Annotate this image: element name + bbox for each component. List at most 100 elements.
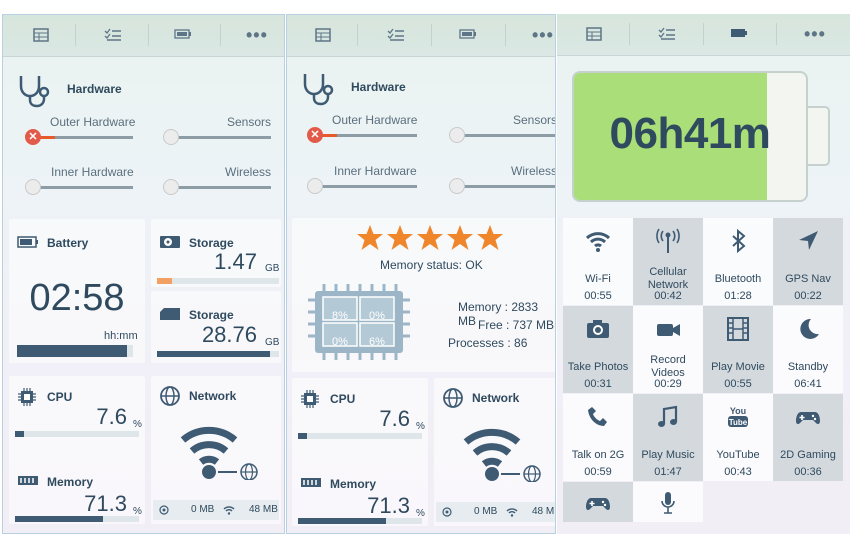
tile-record-videos[interactable]: Record Videos 00:29: [633, 306, 703, 393]
network-up-value: 48 MB: [249, 504, 278, 515]
tile-label: Talk on 2G: [571, 449, 625, 461]
storage-card-2[interactable]: Storage 28.76 GB: [151, 291, 281, 363]
tile-label: Play Movie: [711, 361, 765, 373]
checklist-icon[interactable]: [104, 28, 122, 42]
more-icon[interactable]: •••: [804, 24, 826, 45]
checklist-icon[interactable]: [658, 27, 676, 41]
cpu-icon: [18, 388, 36, 406]
wireless-slider[interactable]: [171, 186, 271, 189]
inner-hardware-label: Inner Hardware: [334, 164, 417, 178]
sensors-slider[interactable]: [457, 134, 555, 137]
tile-wi-fi[interactable]: Wi-Fi 00:55: [563, 218, 633, 305]
tile-value: 00:36: [794, 466, 822, 478]
moon-icon: [800, 318, 819, 339]
sensors-slider[interactable]: [171, 136, 271, 139]
inner-hardware-slider[interactable]: [315, 185, 417, 188]
memory-free-text: Free : 737 MB: [478, 318, 555, 332]
outer-hardware-error-knob[interactable]: ✕: [25, 129, 41, 145]
more-icon[interactable]: •••: [246, 25, 268, 46]
inner-hardware-slider[interactable]: [33, 186, 133, 189]
globe-icon: [160, 386, 180, 406]
wifi-network-illustration: [463, 428, 541, 482]
memory-status-card[interactable]: Memory status: OK 8% 0% 0% 6% Memory : 2…: [292, 218, 555, 372]
outer-hardware-error-knob[interactable]: ✕: [307, 127, 323, 143]
star-icon: [357, 225, 383, 250]
outer-hardware-slider[interactable]: [315, 134, 417, 137]
tile-gps-nav[interactable]: GPS Nav 00:22: [773, 218, 843, 305]
battery-icon[interactable]: [459, 28, 477, 40]
outer-hardware-slider[interactable]: [33, 136, 133, 139]
camera-icon: [587, 320, 609, 338]
wifi-icon: [223, 506, 235, 515]
tile-youtube[interactable]: You Tube YouTube 00:43: [703, 394, 773, 481]
tile-play-music[interactable]: Play Music 01:47: [633, 394, 703, 481]
network-title: Network: [472, 391, 520, 405]
wireless-knob[interactable]: [163, 179, 179, 195]
tile-value: 06:41: [794, 378, 822, 390]
toolbar: •••: [557, 14, 850, 56]
tile-cellular-network[interactable]: Cellular Network 00:42: [633, 218, 703, 305]
more-icon[interactable]: •••: [532, 25, 554, 46]
dashboard-icon[interactable]: [33, 28, 49, 42]
outer-hardware-label: Outer Hardware: [50, 115, 136, 129]
battery-card[interactable]: Battery 02:58 hh:mm: [9, 219, 145, 363]
cellular-icon: [656, 228, 680, 253]
battery-icon[interactable]: [174, 28, 192, 40]
tile-label: Play Music: [641, 449, 695, 461]
globe-icon: [443, 388, 463, 408]
battery-gauge-tip: [808, 106, 830, 166]
network-card[interactable]: Network 0 MB 48 MB: [151, 376, 281, 524]
network-card[interactable]: Network 0 MB 48 MB: [434, 378, 555, 526]
network-up-value: 48 MB: [532, 506, 555, 517]
tile-label: YouTube: [716, 449, 760, 461]
sensors-knob[interactable]: [449, 127, 465, 143]
memory-title: Memory: [330, 477, 377, 491]
tile-value: 01:47: [654, 466, 682, 478]
dashboard-icon[interactable]: [315, 28, 331, 42]
wireless-knob[interactable]: [449, 178, 465, 194]
gamepad-icon: [796, 412, 820, 425]
storage-value-1: 1.47: [214, 249, 257, 274]
tile-play-movie[interactable]: Play Movie 00:55: [703, 306, 773, 393]
memory-title: Memory: [47, 475, 94, 489]
sensors-knob[interactable]: [163, 129, 179, 145]
wireless-label: Wireless: [511, 164, 556, 178]
sd-card-icon: [160, 308, 180, 320]
tile-label: Take Photos: [567, 361, 629, 373]
inner-hardware-knob[interactable]: [307, 178, 323, 194]
toolbar: •••: [287, 15, 555, 57]
film-icon: [727, 317, 749, 341]
tile-standby[interactable]: Standby 06:41: [773, 306, 843, 393]
storage-title-1: Storage: [189, 236, 234, 250]
cpu-memory-card[interactable]: CPU 7.6 % Memory 71.3 %: [292, 378, 428, 526]
memory-usage-bar: [15, 516, 139, 522]
star-icon: [387, 225, 413, 250]
tile-gamepad[interactable]: [563, 482, 633, 522]
tile-label: Wi-Fi: [585, 273, 611, 285]
inner-hardware-knob[interactable]: [25, 179, 41, 195]
storage-value-2: 28.76: [201, 322, 257, 347]
wireless-slider[interactable]: [457, 185, 555, 188]
tile-take-photos[interactable]: Take Photos 00:31: [563, 306, 633, 393]
rating-stars: [356, 222, 506, 254]
tile-value: 00:55: [584, 290, 612, 302]
checklist-icon[interactable]: [387, 28, 405, 42]
inner-hardware-label: Inner Hardware: [51, 165, 134, 179]
tile-talk-on-2g[interactable]: Talk on 2G 00:59: [563, 394, 633, 481]
hardware-title: Hardware: [67, 82, 122, 96]
tile-label: GPS Nav: [785, 273, 831, 285]
cpu-title: CPU: [330, 392, 356, 406]
cpu-memory-card[interactable]: CPU 7.6 % Memory 71.3 %: [9, 376, 145, 524]
hotspot-icon: [442, 507, 452, 517]
video-camera-icon: [657, 324, 680, 336]
dashboard-icon[interactable]: [586, 27, 602, 41]
stethoscope-icon: [303, 74, 334, 106]
core-1-usage: 8%: [332, 310, 348, 322]
tile-microphone[interactable]: [633, 482, 703, 522]
tile-bluetooth[interactable]: Bluetooth 01:28: [703, 218, 773, 305]
core-4-usage: 6%: [369, 336, 385, 348]
battery-icon-active[interactable]: [730, 27, 748, 39]
tile-2d-gaming[interactable]: 2D Gaming 00:36: [773, 394, 843, 481]
network-down-value: 0 MB: [191, 504, 215, 515]
storage-card-1[interactable]: Storage 1.47 GB: [151, 219, 281, 287]
